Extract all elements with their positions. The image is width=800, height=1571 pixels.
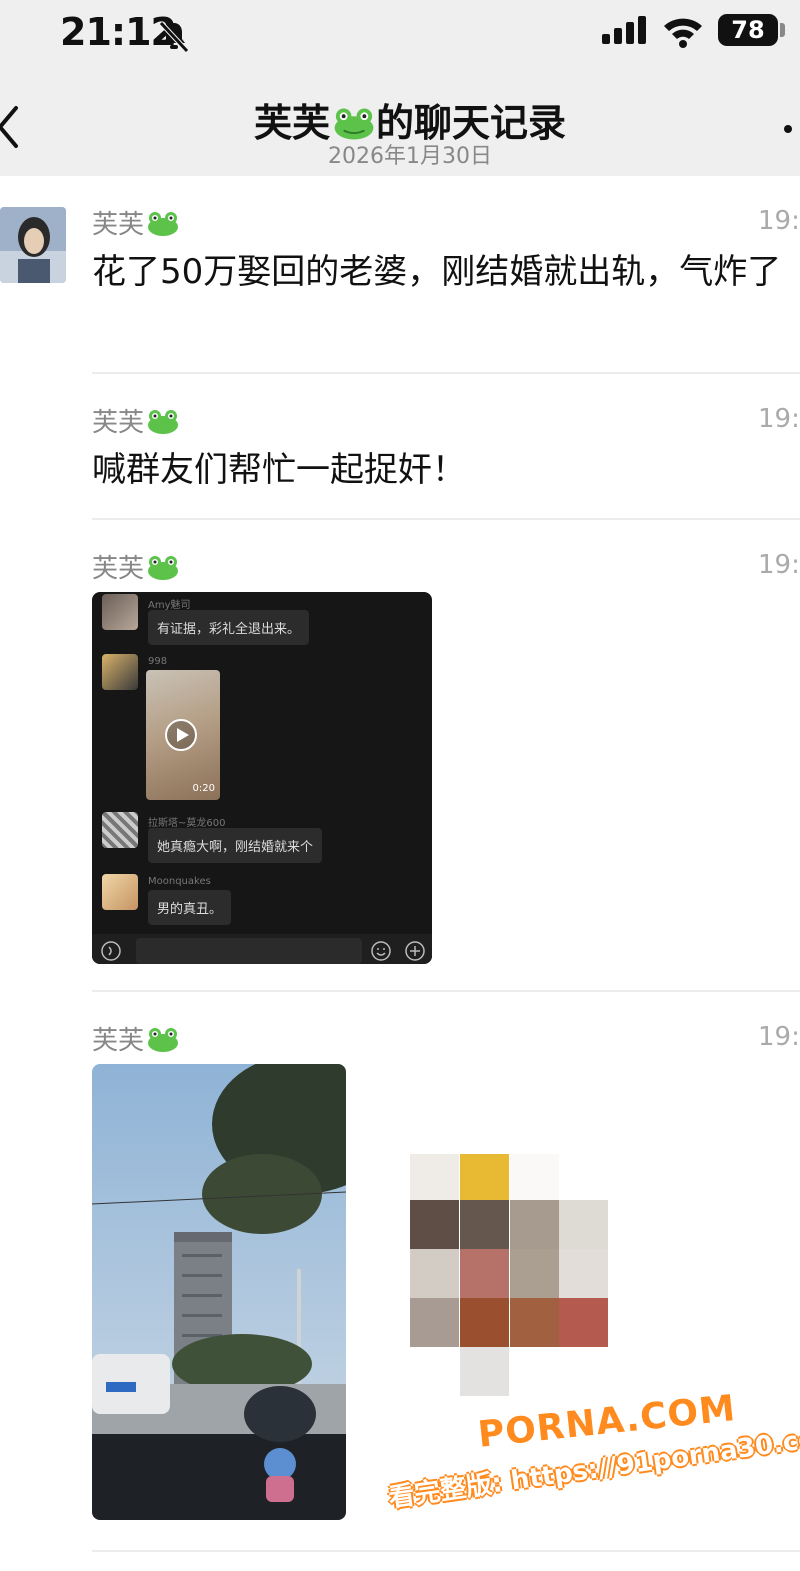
pixelated-sticker[interactable] — [410, 1154, 610, 1398]
video-thumbnail: 0:20 — [146, 670, 220, 800]
play-icon — [165, 719, 197, 751]
avatar — [102, 874, 138, 910]
message-time: 19: — [758, 404, 800, 434]
video-duration: 0:20 — [192, 783, 215, 794]
message-time: 19: — [758, 206, 800, 236]
plus-icon — [405, 941, 425, 961]
voice-icon — [101, 941, 121, 961]
top-bar: 21:12 78 芙芙 的聊天记录 2026年1月30日 — [0, 0, 800, 176]
chat-screenshot-image[interactable]: Amy魅司 有证据，彩礼全退出来。 998 0:20 拉斯塔~莫龙600 她真瘾… — [92, 592, 432, 964]
emoji-icon — [371, 941, 391, 961]
chat-bubble: 她真瘾大啊，刚结婚就来个 — [148, 828, 323, 863]
chat-input-field — [136, 938, 362, 964]
divider — [92, 372, 800, 374]
message-text[interactable]: 花了50万娶回的老婆，刚结婚就出轨，气炸了 — [92, 248, 800, 296]
chat-user-name: 拉斯塔~莫龙600 — [148, 818, 226, 829]
chat-bubble: 有证据，彩礼全退出来。 — [148, 610, 310, 645]
battery-indicator: 78 — [718, 14, 778, 46]
message-time: 19: — [758, 550, 800, 580]
signal-icon — [602, 16, 646, 44]
street-photo[interactable] — [92, 1064, 346, 1520]
page-subtitle: 2026年1月30日 — [328, 144, 492, 169]
frog-emoji-icon — [148, 410, 179, 434]
bell-slash-icon — [159, 21, 189, 53]
chat-bubble: 男的真丑。 — [148, 890, 232, 925]
wifi-icon — [664, 18, 702, 48]
message-time: 19: — [758, 1022, 800, 1052]
message-sender: 芙芙 — [92, 548, 180, 585]
message-text[interactable]: 喊群友们帮忙一起捉奸！ — [92, 446, 800, 494]
chat-user-name: Amy魅司 — [148, 600, 191, 611]
chat-user-name: 998 — [148, 656, 168, 667]
frog-emoji-icon — [334, 108, 374, 140]
frog-emoji-icon — [148, 556, 179, 580]
chat-user-name: Moonquakes — [148, 876, 211, 887]
avatar — [102, 812, 138, 848]
divider — [92, 518, 800, 520]
chat-input-bar — [92, 934, 432, 964]
more-dots-icon[interactable] — [784, 125, 792, 133]
message-sender: 芙芙 — [92, 402, 180, 439]
avatar[interactable] — [0, 207, 66, 283]
divider — [92, 990, 800, 992]
divider — [92, 1550, 800, 1552]
message-sender: 芙芙 — [92, 204, 180, 241]
avatar — [102, 654, 138, 690]
avatar — [102, 594, 138, 630]
battery-tip — [780, 23, 785, 37]
frog-emoji-icon — [148, 1028, 179, 1052]
frog-emoji-icon — [148, 212, 179, 236]
message-sender: 芙芙 — [92, 1020, 180, 1057]
chat-history-page: 21:12 78 芙芙 的聊天记录 2026年1月30日 芙芙 19: 花了50… — [0, 0, 800, 1571]
